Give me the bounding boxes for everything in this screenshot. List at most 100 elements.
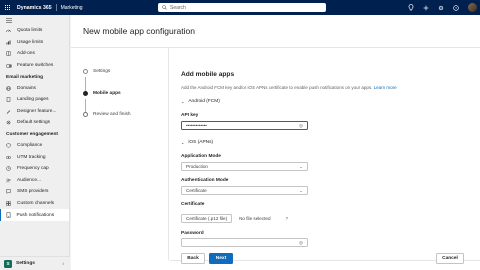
step-label: Mobile apps <box>93 91 121 96</box>
next-button[interactable]: Next <box>209 253 233 264</box>
sidebar-item-label: Compliance <box>17 143 43 149</box>
sidebar-item-label: Quota limits <box>17 28 43 34</box>
gauge-icon <box>6 28 13 33</box>
hamburger-menu-icon[interactable] <box>0 15 69 25</box>
shield-icon <box>6 143 13 148</box>
phone-icon <box>6 212 13 219</box>
step-connector <box>85 99 86 113</box>
certificate-row: Certificate (.p12 file) No file selected… <box>181 214 288 223</box>
avatar[interactable] <box>468 3 477 12</box>
sidebar-item-usage-limits[interactable]: Usage limits <box>0 37 69 49</box>
api-key-label: API key <box>181 113 199 118</box>
sidebar-item-frequency-cap[interactable]: Frequency cap <box>0 163 69 175</box>
chart-icon <box>6 40 13 45</box>
learn-more-link[interactable]: Learn more <box>374 85 397 90</box>
eye-icon[interactable]: ◎ <box>299 240 303 246</box>
help-icon[interactable]: ? <box>286 216 289 221</box>
step-connector <box>85 77 86 92</box>
sidebar-item-label: Landing pages <box>17 97 49 103</box>
toggle-icon <box>6 63 13 68</box>
sidebar-item-label: Feature switches <box>17 63 54 69</box>
sidebar-item-label: Add-ons <box>17 51 35 57</box>
sidebar-item-audience[interactable]: Audience... <box>0 175 69 187</box>
password-field[interactable]: ◎ <box>181 238 308 247</box>
add-icon[interactable] <box>423 5 429 11</box>
chevron-down-icon: ⌄ <box>181 99 185 104</box>
search-input[interactable]: Search <box>158 3 326 12</box>
application-mode-select[interactable]: Production ⌄ <box>181 162 308 171</box>
step-dot-current-icon <box>83 91 88 96</box>
sidebar-item-domains[interactable]: Domains <box>0 82 69 94</box>
app-name: Marketing <box>60 4 83 11</box>
sidebar-section: Quota limits Usage limits Add-ons Feature s… <box>0 25 69 71</box>
globe-icon <box>6 85 13 91</box>
android-group-toggle[interactable]: ⌄ Android (FCM) <box>181 99 220 104</box>
step-list: Settings Mobile apps Review and finish <box>71 48 169 260</box>
sidebar-item-custom-channels[interactable]: Custom channels <box>0 198 69 210</box>
certificate-status: No file selected <box>239 216 271 221</box>
main-panel: New mobile app configuration Settings Mo… <box>71 15 480 270</box>
page-title: New mobile app configuration <box>83 26 195 36</box>
top-icons: ? <box>408 0 477 15</box>
sidebar-item-utm-tracking[interactable]: UTM tracking <box>0 151 69 163</box>
area-badge: S <box>4 259 12 268</box>
sidebar-item-label: Designer feature... <box>17 108 57 114</box>
chevron-down-icon: ⌄ <box>181 140 185 145</box>
application-mode-label: Application Mode <box>181 154 221 159</box>
svg-text:?: ? <box>455 6 457 10</box>
sidebar-item-default-settings[interactable]: Default settings <box>0 117 69 129</box>
password-label: Password <box>181 231 204 236</box>
sidebar-item-designer-feature[interactable]: Designer feature... <box>0 106 69 118</box>
search-placeholder: Search <box>170 4 186 11</box>
back-button[interactable]: Back <box>181 253 205 264</box>
lightbulb-icon[interactable] <box>408 4 414 11</box>
authentication-mode-label: Authentication Mode <box>181 178 229 183</box>
sidebar-item-quota-limits[interactable]: Quota limits <box>0 25 69 37</box>
sidebar-item-label: Custom channels <box>17 201 55 207</box>
app-launcher-icon[interactable] <box>0 0 15 15</box>
top-bar: Dynamics 365 Marketing Search ? <box>0 0 480 15</box>
sidebar-section: Domains Landing pages Designer feature... D… <box>0 82 69 128</box>
android-group-label: Android (FCM) <box>188 99 220 104</box>
link-icon <box>6 155 13 160</box>
step-dot-icon <box>83 112 88 117</box>
area-switcher[interactable]: S Settings ↕ <box>0 256 70 270</box>
brand-name[interactable]: Dynamics 365 <box>17 5 52 11</box>
sidebar-item-feature-switches[interactable]: Feature switches <box>0 60 69 72</box>
sms-icon <box>6 189 13 195</box>
step-settings[interactable]: Settings <box>83 69 110 74</box>
certificate-upload-button[interactable]: Certificate (.p12 file) <box>181 214 233 223</box>
step-label: Review and finish <box>93 112 131 117</box>
cancel-button[interactable]: Cancel <box>436 253 464 264</box>
sidebar-item-compliance[interactable]: Compliance <box>0 140 69 152</box>
paint-icon <box>6 109 13 114</box>
help-icon[interactable]: ? <box>453 4 459 11</box>
authentication-mode-value: Certificate <box>186 188 207 193</box>
description-text: Add the Android FCM key and/or iOS APNs … <box>181 85 373 90</box>
step-review-finish[interactable]: Review and finish <box>83 112 131 117</box>
application-mode-value: Production <box>186 164 208 169</box>
eye-icon[interactable]: ◎ <box>299 123 303 129</box>
sidebar-item-label: Usage limits <box>17 39 44 45</box>
sidebar-item-push-notifications[interactable]: Push notifications <box>0 209 69 221</box>
step-mobile-apps[interactable]: Mobile apps <box>83 91 121 96</box>
ios-group-label: iOS (APNs) <box>188 140 214 145</box>
api-key-value: ••••••••••••• <box>186 123 207 128</box>
sidebar-section: Compliance UTM tracking Frequency cap Audie… <box>0 140 69 221</box>
certificate-label: Certificate <box>181 202 205 207</box>
sidebar-item-label: Default settings <box>17 120 51 126</box>
sidebar-item-sms-providers[interactable]: SMS providers <box>0 186 69 198</box>
chevron-down-icon: ⌄ <box>299 188 303 194</box>
channel-icon <box>6 201 13 206</box>
authentication-mode-select[interactable]: Certificate ⌄ <box>181 186 308 195</box>
ios-group-toggle[interactable]: ⌄ iOS (APNs) <box>181 140 213 145</box>
sidebar-item-add-ons[interactable]: Add-ons <box>0 48 69 60</box>
api-key-field[interactable]: ••••••••••••• ◎ <box>181 121 308 130</box>
step-label: Settings <box>93 69 111 74</box>
section-title: Add mobile apps <box>181 71 235 78</box>
settings-gear-icon[interactable] <box>438 5 444 11</box>
sidebar-item-landing-pages[interactable]: Landing pages <box>0 94 69 106</box>
step-dot-icon <box>83 69 88 74</box>
puzzle-icon <box>6 51 13 57</box>
chevron-updown-icon: ↕ <box>62 261 64 266</box>
